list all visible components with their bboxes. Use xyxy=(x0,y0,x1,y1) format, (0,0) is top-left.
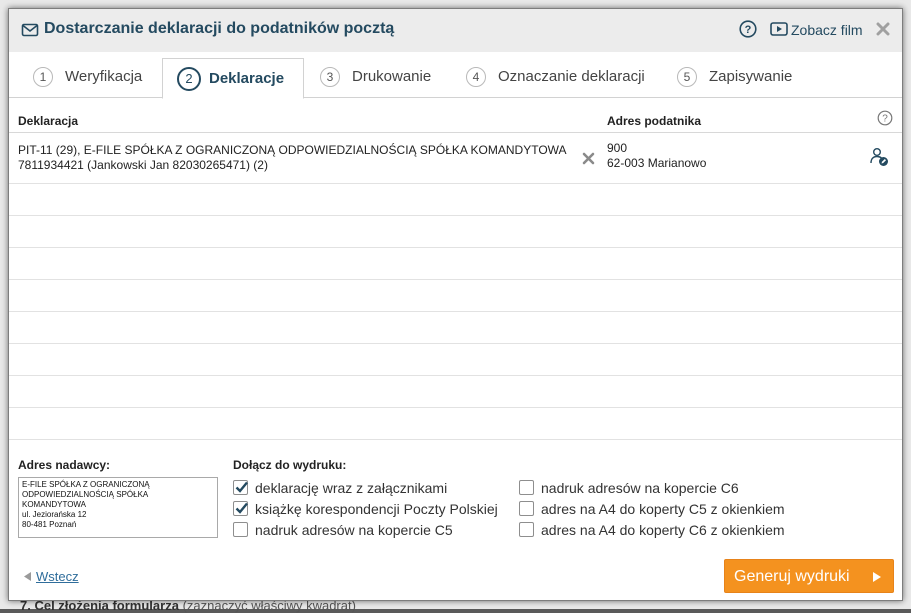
table-row xyxy=(9,280,902,312)
edit-recipient-icon[interactable] xyxy=(869,147,889,167)
option-label: książkę korespondencji Poczty Polskiej xyxy=(255,501,498,517)
mail-delivery-dialog: Dostarczanie deklaracji do podatników po… xyxy=(8,8,903,601)
sender-address-label: Adres nadawcy: xyxy=(18,458,111,472)
grid-header: Deklaracja Adres podatnika ? xyxy=(9,105,902,133)
address-cell: 900 62-003 Marianowo xyxy=(607,141,706,171)
generate-label: Generuj wydruki xyxy=(734,568,850,585)
option-label: nadruk adresów na kopercie C6 xyxy=(541,480,739,496)
tab-label: Oznaczanie deklaracji xyxy=(498,68,645,85)
tab-label: Zapisywanie xyxy=(709,68,793,85)
table-row xyxy=(9,216,902,248)
dialog-titlebar: Dostarczanie deklaracji do podatników po… xyxy=(9,9,902,52)
checkbox[interactable] xyxy=(519,480,534,495)
attach-label: Dołącz do wydruku: xyxy=(233,458,347,472)
column-header-address: Adres podatnika xyxy=(607,114,702,128)
tab-label: Weryfikacja xyxy=(65,68,143,85)
checkbox[interactable] xyxy=(233,480,248,495)
table-row xyxy=(9,344,902,376)
triangle-left-icon xyxy=(24,572,31,581)
svg-text:?: ? xyxy=(745,24,752,36)
remove-icon[interactable] xyxy=(582,152,595,165)
declaration-line: PIT-11 (29), E-FILE SPÓŁKA Z OGRANICZONĄ… xyxy=(18,143,567,157)
dialog-title: Dostarczanie deklaracji do podatników po… xyxy=(44,20,395,37)
checkbox[interactable] xyxy=(233,501,248,516)
option-label: deklarację wraz z załącznikami xyxy=(255,480,448,496)
sender-address-box[interactable]: E-FILE SPÓŁKA Z OGRANICZONĄ ODPOWIEDZIAL… xyxy=(18,477,218,538)
help-icon[interactable]: ? xyxy=(739,20,757,38)
table-row xyxy=(9,408,902,440)
tab-label: Drukowanie xyxy=(352,68,432,85)
checkbox[interactable] xyxy=(519,522,534,537)
table-row xyxy=(9,376,902,408)
step-number: 1 xyxy=(33,67,53,87)
sender-line: ODPOWIEDZIALNOŚCIĄ SPÓŁKA xyxy=(22,490,149,499)
generate-prints-button[interactable]: Generuj wydruki xyxy=(724,559,894,593)
table-row xyxy=(9,248,902,280)
svg-text:?: ? xyxy=(882,114,888,125)
tab-deklaracje[interactable]: 2 Deklaracje xyxy=(162,58,304,99)
table-row[interactable]: PIT-11 (29), E-FILE SPÓŁKA Z OGRANICZONĄ… xyxy=(9,133,902,184)
table-row xyxy=(9,184,902,216)
check-icon xyxy=(235,481,248,493)
sender-line: ul. Jeziorańska 12 xyxy=(22,510,87,519)
address-line: 62-003 Marianowo xyxy=(607,156,707,170)
watch-film-link[interactable]: Zobacz film xyxy=(791,22,863,38)
tab-label: Deklaracje xyxy=(209,70,285,87)
check-icon xyxy=(235,502,248,514)
option-label: adres na A4 do koperty C5 z okienkiem xyxy=(541,501,785,517)
envelope-icon xyxy=(21,23,39,37)
sender-line: E-FILE SPÓŁKA Z OGRANICZONĄ xyxy=(22,480,150,489)
table-row xyxy=(9,312,902,344)
step-number: 3 xyxy=(320,67,340,87)
step-number: 5 xyxy=(677,67,697,87)
close-icon[interactable] xyxy=(875,21,891,37)
step-number: 4 xyxy=(466,67,486,87)
wizard-tabs: 1 Weryfikacja 2 Deklaracje 3 Drukowanie … xyxy=(9,52,902,99)
sender-line: KOMANDYTOWA xyxy=(22,500,87,509)
help-icon[interactable]: ? xyxy=(877,110,893,126)
video-icon[interactable] xyxy=(770,22,788,36)
sender-line: 80-481 Poznań xyxy=(22,520,77,529)
address-line: 900 xyxy=(607,141,628,155)
step-number: 2 xyxy=(177,67,201,91)
back-label: Wstecz xyxy=(36,569,79,584)
checkbox[interactable] xyxy=(519,501,534,516)
column-header-declaration: Deklaracja xyxy=(18,114,79,128)
option-label: adres na A4 do koperty C6 z okienkiem xyxy=(541,522,785,538)
option-label: nadruk adresów na kopercie C5 xyxy=(255,522,453,538)
declaration-line: 7811934421 (Jankowski Jan 82030265471) (… xyxy=(18,158,268,172)
triangle-right-icon xyxy=(873,572,881,582)
checkbox[interactable] xyxy=(233,522,248,537)
declaration-cell: PIT-11 (29), E-FILE SPÓŁKA Z OGRANICZONĄ… xyxy=(18,143,567,173)
